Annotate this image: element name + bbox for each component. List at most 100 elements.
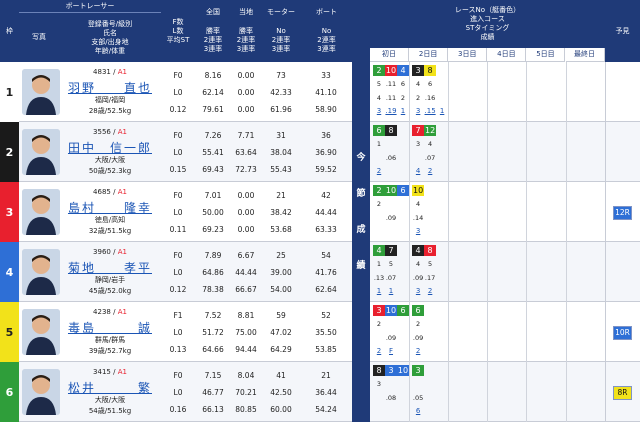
result-value[interactable]: 1 bbox=[373, 287, 385, 295]
session-separator bbox=[565, 242, 567, 302]
result-value[interactable]: 3 bbox=[412, 227, 424, 235]
reg-number: 3960 bbox=[93, 248, 111, 256]
motor-value: 73 bbox=[276, 71, 286, 80]
boat-value: 59.52 bbox=[315, 165, 337, 174]
yosou-cell bbox=[605, 122, 640, 182]
race-no-badge[interactable]: 7 bbox=[412, 125, 425, 136]
race-no-badge[interactable]: 3 bbox=[412, 365, 425, 376]
race-no-badge[interactable]: 10 bbox=[385, 185, 397, 196]
race-no-badge[interactable]: 2 bbox=[373, 65, 385, 76]
race-no-badge[interactable]: 6 bbox=[412, 305, 425, 316]
konsetsu-char: 節 bbox=[356, 189, 366, 199]
result-value[interactable]: 3 bbox=[412, 107, 424, 115]
result-value[interactable]: F bbox=[385, 347, 397, 355]
loc-value: 0.00 bbox=[237, 105, 255, 114]
day-header: 3日目 bbox=[448, 48, 488, 62]
session-separator bbox=[448, 302, 450, 362]
course-value: 5 bbox=[388, 260, 394, 268]
yosou-race-badge[interactable]: 10R bbox=[613, 326, 632, 340]
racer-photo bbox=[22, 189, 60, 235]
session-separator bbox=[487, 122, 489, 182]
header-photo: 写真 bbox=[19, 13, 59, 62]
boat-value: 58.90 bbox=[315, 105, 337, 114]
racer-photo bbox=[22, 129, 60, 175]
result-value[interactable]: 3 bbox=[373, 107, 385, 115]
motor-value: 60.00 bbox=[270, 405, 292, 414]
f-value: 0.11 bbox=[169, 225, 187, 234]
racer-name[interactable]: 田中 信一郎 bbox=[60, 139, 160, 156]
racer-name[interactable]: 島村 隆幸 bbox=[60, 199, 160, 216]
race-no-badge[interactable]: 3 bbox=[412, 65, 425, 76]
motor-value: 54.00 bbox=[270, 285, 292, 294]
result-value[interactable]: 1 bbox=[397, 107, 409, 115]
yosou-race-badge[interactable]: 8R bbox=[613, 386, 632, 400]
race-no-badge[interactable]: 8 bbox=[424, 245, 437, 256]
racer-name[interactable]: 松井 繁 bbox=[60, 379, 160, 396]
header-motor: モーター No 2連率 3連率 bbox=[261, 0, 301, 62]
boat-value: 21 bbox=[321, 371, 331, 380]
result-value[interactable]: 2 bbox=[412, 347, 424, 355]
racer-name[interactable]: 毒島 誠 bbox=[60, 319, 160, 336]
st-value: 2 bbox=[416, 94, 421, 102]
st-value: .09 bbox=[412, 274, 424, 282]
racer-region: 福岡/福岡 bbox=[94, 96, 126, 104]
race-no-badge[interactable]: 6 bbox=[397, 185, 409, 196]
nat-value: 78.38 bbox=[202, 285, 224, 294]
session-separator bbox=[409, 182, 411, 242]
f-value: 0.15 bbox=[169, 165, 187, 174]
race-no-badge[interactable]: 12 bbox=[424, 125, 437, 136]
race-no-badge[interactable]: 10 bbox=[385, 65, 397, 76]
race-no-badge[interactable]: 8 bbox=[385, 125, 397, 136]
course-value: 1 bbox=[376, 260, 382, 268]
f-value: F0 bbox=[173, 131, 183, 140]
loc-value: 7.71 bbox=[237, 131, 255, 140]
nat-value: 7.26 bbox=[204, 131, 222, 140]
result-value[interactable]: 1 bbox=[436, 107, 448, 115]
race-no-badge[interactable]: 6 bbox=[373, 125, 385, 136]
session-separator bbox=[526, 182, 528, 242]
nat-value: 50.00 bbox=[202, 208, 224, 217]
result-value[interactable]: 2 bbox=[424, 287, 436, 295]
f-value: F0 bbox=[173, 71, 183, 80]
race-no-badge[interactable]: 4 bbox=[397, 65, 409, 76]
result-value[interactable]: 2 bbox=[373, 347, 385, 355]
race-no-badge[interactable]: 10 bbox=[385, 305, 397, 316]
race-no-badge[interactable]: 10 bbox=[412, 185, 425, 196]
yosou-race-badge[interactable]: 12R bbox=[613, 206, 632, 220]
reg-number: 3556 bbox=[93, 128, 111, 136]
race-no-badge[interactable]: 2 bbox=[373, 185, 385, 196]
race-no-badge[interactable]: 10 bbox=[397, 365, 409, 376]
race-no-badge[interactable]: 7 bbox=[385, 245, 397, 256]
race-card: 枠 ボートレーサー 写真 登録番号/級別 氏名 支部/出身地 年齢/体重 F数 L数 平均… bbox=[0, 0, 640, 423]
result-value[interactable]: .19 bbox=[385, 107, 397, 115]
st-value: .09 bbox=[385, 214, 397, 222]
boat-value: 53.85 bbox=[315, 345, 337, 354]
course-value: 4 bbox=[416, 80, 421, 88]
header-national: 全国 勝率 2連率 3連率 bbox=[195, 0, 231, 62]
result-value[interactable]: 1 bbox=[385, 287, 397, 295]
course-value: 2 bbox=[376, 200, 382, 208]
racer-name[interactable]: 菊地 孝平 bbox=[60, 259, 160, 276]
st-value: .17 bbox=[424, 274, 436, 282]
result-value[interactable]: 6 bbox=[412, 407, 424, 415]
result-value[interactable]: 2 bbox=[373, 167, 385, 175]
course-value: 2 bbox=[416, 320, 421, 328]
race-no-badge[interactable]: 3 bbox=[385, 365, 397, 376]
result-value[interactable]: 4 bbox=[412, 167, 424, 175]
race-no-badge[interactable]: 4 bbox=[412, 245, 425, 256]
result-value[interactable]: 2 bbox=[424, 167, 436, 175]
racer-name[interactable]: 羽野 直也 bbox=[60, 79, 160, 96]
race-no-badge[interactable]: 8 bbox=[424, 65, 437, 76]
loc-value: 0.00 bbox=[237, 191, 255, 200]
nat-value: 62.14 bbox=[202, 88, 224, 97]
race-no-badge[interactable]: 8 bbox=[373, 365, 385, 376]
result-value[interactable]: 3 bbox=[412, 287, 424, 295]
course-value: 5 bbox=[428, 260, 433, 268]
result-value[interactable]: .15 bbox=[424, 107, 436, 115]
race-no-badge[interactable]: 6 bbox=[397, 305, 409, 316]
session-separator bbox=[487, 62, 489, 122]
header-race-info: レースNo（艇番色） 進入コース STタイミング 成績 bbox=[370, 0, 605, 48]
race-no-badge[interactable]: 3 bbox=[373, 305, 385, 316]
race-no-badge[interactable]: 4 bbox=[373, 245, 385, 256]
session-separator bbox=[526, 242, 528, 302]
